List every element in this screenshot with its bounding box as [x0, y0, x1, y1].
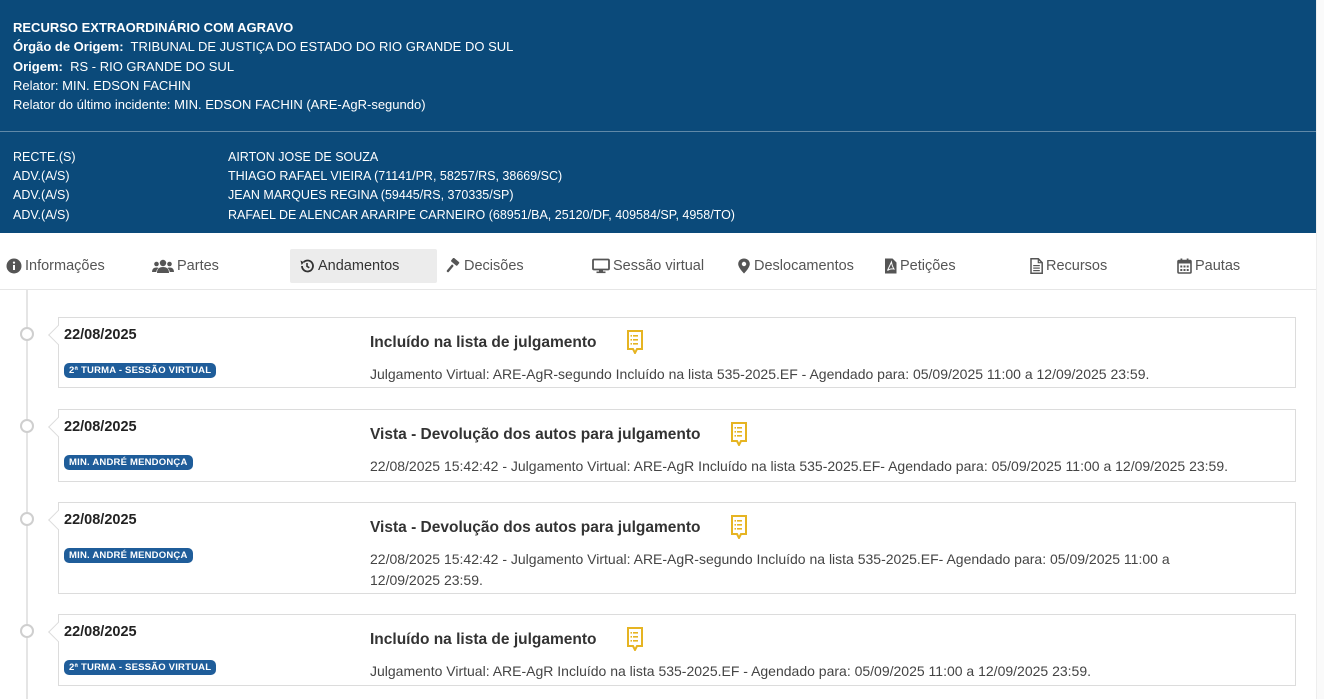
- tab-label: Recursos: [1046, 258, 1108, 274]
- andamento-title: Vista - Devolução dos autos para julgame…: [370, 426, 701, 443]
- relator: Relator: MIN. EDSON FACHIN: [13, 78, 191, 93]
- document-bookmark-icon[interactable]: [627, 627, 643, 651]
- andamento-title: Incluído na lista de julgamento: [370, 334, 597, 351]
- andamento-date: 22/08/2025: [64, 512, 137, 528]
- tab-pautas[interactable]: Pautas: [1177, 249, 1240, 283]
- tab-deslocamentos[interactable]: Deslocamentos: [737, 249, 854, 283]
- andamento-badge: 2ª TURMA - SESSÃO VIRTUAL: [64, 660, 217, 675]
- tab-label: Pautas: [1195, 258, 1241, 274]
- history-icon: [300, 259, 314, 273]
- tab-label: Petições: [900, 258, 956, 274]
- tab-label: Andamentos: [318, 258, 400, 274]
- tab-label: Partes: [177, 258, 219, 274]
- andamento-badge: MIN. ANDRÉ MENDONÇA: [64, 548, 193, 563]
- andamento-date: 22/08/2025: [64, 419, 137, 435]
- andamento-description: 22/08/2025 15:42:42 - Julgamento Virtual…: [370, 551, 1170, 588]
- tab-andamentos[interactable]: Andamentos: [290, 249, 437, 283]
- andamento-card: 22/08/2025 MIN. ANDRÉ MENDONÇA Vista - D…: [48, 502, 1296, 594]
- pdf-file-icon: [885, 258, 897, 274]
- andamento-badge: MIN. ANDRÉ MENDONÇA: [64, 455, 193, 470]
- gavel-icon: [446, 258, 460, 273]
- tab-recursos[interactable]: Recursos: [1030, 249, 1107, 283]
- tab-sessao-virtual[interactable]: Sessão virtual: [592, 249, 704, 283]
- party-role: ADV.(A/S): [13, 169, 70, 183]
- monitor-icon: [592, 258, 610, 274]
- orgao-origem: Órgão de Origem: TRIBUNAL DE JUSTIÇA DO …: [13, 39, 514, 54]
- andamento-description: 22/08/2025 15:42:42 - Julgamento Virtual…: [370, 458, 1228, 474]
- users-icon: [152, 259, 174, 273]
- party-name: AIRTON JOSE DE SOUZA: [228, 150, 379, 164]
- map-marker-icon: [738, 258, 750, 274]
- page-scrollbar[interactable]: [1316, 0, 1324, 699]
- andamento-date: 22/08/2025: [64, 327, 137, 343]
- party-role: ADV.(A/S): [13, 208, 70, 222]
- timeline-dot: [20, 327, 34, 341]
- timeline-dot: [20, 624, 34, 638]
- case-type: RECURSO EXTRAORDINÁRIO COM AGRAVO: [13, 20, 294, 35]
- andamento-description: Julgamento Virtual: ARE-AgR Incluído na …: [370, 663, 1091, 679]
- origem: Origem: RS - RIO GRANDE DO SUL: [13, 59, 235, 74]
- calendar-icon: [1177, 258, 1192, 274]
- header-divider: [0, 131, 1316, 132]
- process-header: RECURSO EXTRAORDINÁRIO COM AGRAVO Órgão …: [0, 0, 1316, 233]
- andamento-card: 22/08/2025 MIN. ANDRÉ MENDONÇA Vista - D…: [48, 409, 1296, 482]
- tab-decisoes[interactable]: Decisões: [445, 249, 524, 283]
- document-bookmark-icon[interactable]: [627, 330, 643, 354]
- tab-label: Informações: [25, 258, 105, 274]
- andamento-title: Vista - Devolução dos autos para julgame…: [370, 519, 701, 536]
- party-role: RECTE.(S): [13, 150, 76, 164]
- tab-peticoes[interactable]: Petições: [884, 249, 956, 283]
- relator-ultimo-incidente: Relator do último incidente: MIN. EDSON …: [13, 97, 426, 112]
- andamento-card: 22/08/2025 2ª TURMA - SESSÃO VIRTUAL Inc…: [48, 614, 1296, 686]
- party-name: THIAGO RAFAEL VIEIRA (71141/PR, 58257/RS…: [228, 169, 563, 183]
- document-bookmark-icon[interactable]: [731, 422, 747, 446]
- timeline-dot: [20, 419, 34, 433]
- tab-bar: Informações Partes Andamentos Decisões S…: [0, 246, 1316, 290]
- document-bookmark-icon[interactable]: [731, 515, 747, 539]
- tab-partes[interactable]: Partes: [152, 249, 219, 283]
- party-name: RAFAEL DE ALENCAR ARARIPE CARNEIRO (6895…: [228, 208, 735, 222]
- tab-label: Sessão virtual: [613, 258, 705, 274]
- tab-label: Deslocamentos: [754, 258, 854, 274]
- tab-label: Decisões: [464, 258, 524, 274]
- andamento-card: 22/08/2025 2ª TURMA - SESSÃO VIRTUAL Inc…: [48, 317, 1296, 388]
- andamento-title: Incluído na lista de julgamento: [370, 631, 597, 648]
- andamento-description: Julgamento Virtual: ARE-AgR-segundo Incl…: [370, 366, 1150, 382]
- andamento-date: 22/08/2025: [64, 624, 137, 640]
- andamento-badge: 2ª TURMA - SESSÃO VIRTUAL: [64, 363, 217, 378]
- party-role: ADV.(A/S): [13, 188, 70, 202]
- file-text-icon: [1030, 258, 1043, 274]
- timeline-dot: [20, 512, 34, 526]
- tab-informacoes[interactable]: Informações: [6, 249, 105, 283]
- info-icon: [6, 258, 22, 274]
- party-name: JEAN MARQUES REGINA (59445/RS, 370335/SP…: [228, 188, 514, 202]
